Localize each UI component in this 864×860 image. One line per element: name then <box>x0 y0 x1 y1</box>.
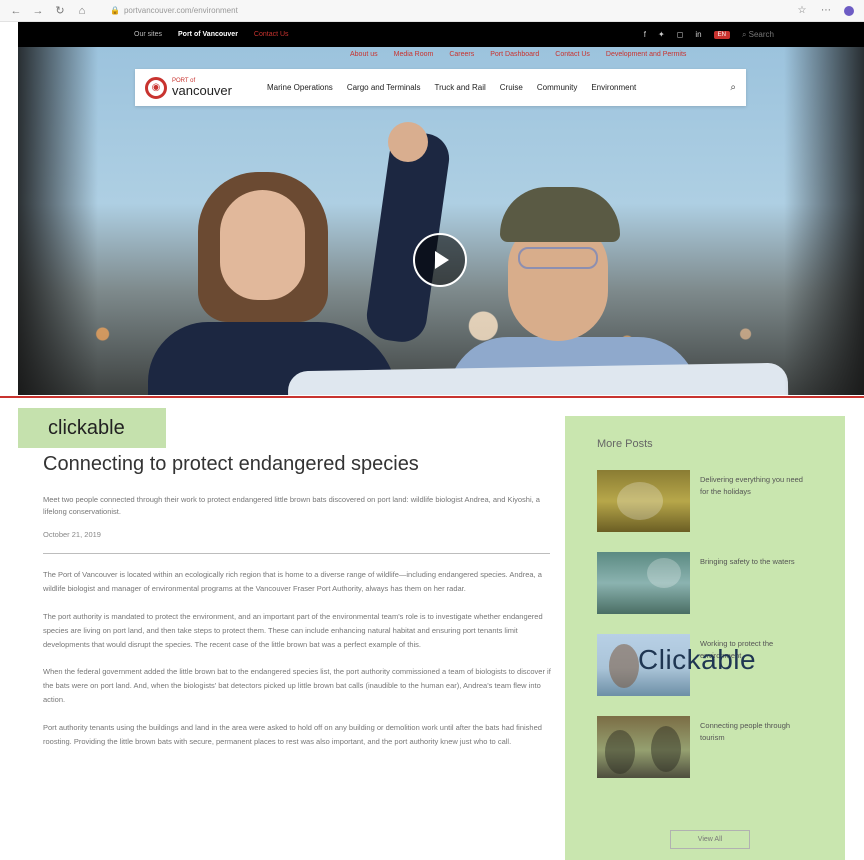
nav-truck-rail[interactable]: Truck and Rail <box>434 83 485 92</box>
address-bar[interactable]: 🔒 portvancouver.com/environment <box>110 4 750 18</box>
post-title[interactable]: Connecting people through tourism <box>700 720 811 778</box>
article-paragraph: The port authority is mandated to protec… <box>43 611 543 649</box>
article-lead: Meet two people connected through their … <box>43 495 540 516</box>
clickable-label-left: clickable <box>48 417 125 439</box>
url-text: portvancouver.com/environment <box>123 6 238 15</box>
post-item[interactable]: Bringing safety to the waters <box>597 552 811 614</box>
facebook-icon[interactable]: f <box>644 30 646 39</box>
browser-toolbar: ← → ↻ ⌂ 🔒 portvancouver.com/environment … <box>0 0 864 22</box>
home-icon[interactable]: ⌂ <box>76 5 88 17</box>
view-all-button[interactable]: View All <box>670 830 750 849</box>
post-thumbnail[interactable] <box>597 470 690 532</box>
woman-figure <box>148 122 453 395</box>
instagram-icon[interactable]: ◻ <box>677 30 684 39</box>
more-posts-heading: More Posts <box>597 438 653 450</box>
article-date: October 21, 2019 <box>43 530 101 539</box>
post-thumbnail[interactable] <box>597 716 690 778</box>
port-of-vancouver-link[interactable]: Port of Vancouver <box>178 31 238 38</box>
article-title: Connecting to protect endangered species <box>43 453 419 475</box>
language-toggle[interactable]: EN <box>713 30 730 39</box>
our-sites-link[interactable]: Our sites <box>134 31 162 38</box>
nav-contact-us[interactable]: Contact Us <box>555 51 590 58</box>
nav-media-room[interactable]: Media Room <box>394 51 434 58</box>
nav-cruise[interactable]: Cruise <box>500 83 523 92</box>
nav-port-dashboard[interactable]: Port Dashboard <box>490 51 539 58</box>
clickable-label-right: Clickable <box>638 644 757 675</box>
browser-actions: ☆ ⋯ <box>796 5 854 16</box>
red-separator <box>0 396 864 398</box>
nav-development-permits[interactable]: Development and Permits <box>606 51 687 58</box>
nav-careers[interactable]: Careers <box>449 51 474 58</box>
nav-marine-operations[interactable]: Marine Operations <box>267 83 333 92</box>
main-nav: Marine Operations Cargo and Terminals Tr… <box>267 83 636 92</box>
site-logo[interactable]: ◉ PORT of vancouver <box>145 76 263 99</box>
article-paragraph: The Port of Vancouver is located within … <box>43 570 542 593</box>
article-paragraph: Port authority tenants using the buildin… <box>43 723 542 746</box>
lock-icon: 🔒 <box>110 6 120 15</box>
topbar-search[interactable]: ⌕ Search <box>742 30 774 40</box>
post-title[interactable]: Bringing safety to the waters <box>700 556 795 614</box>
back-icon[interactable]: ← <box>10 5 22 17</box>
search-icon[interactable]: ⌕ <box>730 82 736 93</box>
article: Connecting to protect endangered species… <box>43 452 553 749</box>
nav-environment[interactable]: Environment <box>591 83 636 92</box>
post-title[interactable]: Delivering everything you need for the h… <box>700 474 811 532</box>
play-icon <box>435 251 449 269</box>
linkedin-icon[interactable]: in <box>695 30 701 39</box>
article-paragraph: When the federal government added the li… <box>43 667 551 705</box>
post-item[interactable]: Connecting people through tourism <box>597 716 811 778</box>
social-links: f ✦ ◻ in EN ⌕ Search <box>644 30 864 40</box>
star-icon[interactable]: ☆ <box>796 5 808 16</box>
website: Our sites Port of Vancouver Contact Us f… <box>0 22 864 860</box>
logo-mark-icon: ◉ <box>145 76 167 99</box>
extensions-icon[interactable]: ⋯ <box>820 5 832 16</box>
more-posts-sidebar: More Posts Delivering everything you nee… <box>565 416 845 860</box>
post-item[interactable]: Delivering everything you need for the h… <box>597 470 811 532</box>
contact-link[interactable]: Contact Us <box>254 31 289 38</box>
twitter-icon[interactable]: ✦ <box>658 30 665 39</box>
logo-vancouver: vancouver <box>172 83 232 98</box>
post-thumbnail[interactable] <box>597 552 690 614</box>
utility-bar: Our sites Port of Vancouver Contact Us f… <box>18 22 864 47</box>
nav-community[interactable]: Community <box>537 83 577 92</box>
forward-icon[interactable]: → <box>32 5 44 17</box>
nav-about-us[interactable]: About us <box>350 51 378 58</box>
profile-avatar[interactable] <box>844 5 854 16</box>
nav-cargo-terminals[interactable]: Cargo and Terminals <box>347 83 421 92</box>
secondary-nav: About us Media Room Careers Port Dashboa… <box>350 51 686 58</box>
article-divider <box>43 553 550 554</box>
main-nav-panel: ◉ PORT of vancouver Marine Operations Ca… <box>135 69 746 106</box>
play-button[interactable] <box>413 233 467 287</box>
topbar-search-label: Search <box>748 29 774 39</box>
reload-icon[interactable]: ↻ <box>54 4 66 17</box>
